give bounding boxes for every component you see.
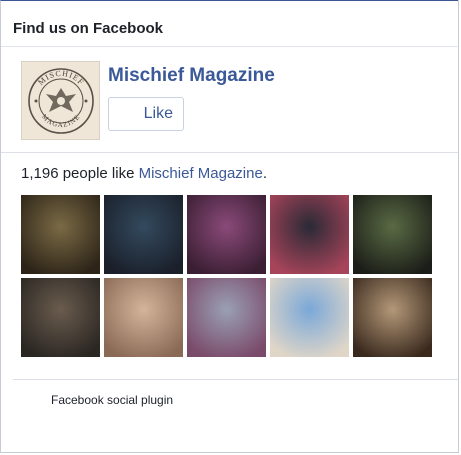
like-count-page-link[interactable]: Mischief Magazine	[139, 165, 263, 182]
svg-text:MISCHIEF: MISCHIEF	[36, 68, 86, 86]
fan-face-6[interactable]	[21, 278, 100, 357]
top-border	[0, 0, 458, 10]
widget-header: Find us on Facebook	[1, 10, 458, 47]
logo-text-bottom: MAGAZINE	[40, 112, 81, 128]
like-count-text: 1,196 people like Mischief Magazine.	[1, 163, 458, 185]
fan-faces-grid	[1, 195, 458, 357]
page-name-link[interactable]: Mischief Magazine	[108, 65, 275, 87]
logo-text-top: MISCHIEF	[36, 68, 85, 86]
like-count-suffix: .	[262, 165, 267, 182]
fan-face-8[interactable]	[187, 278, 266, 357]
fan-face-5[interactable]	[353, 195, 432, 274]
page-row: MISCHIEF MAGAZINE Mischief Magazine Like	[1, 47, 458, 153]
plugin-footer: Facebook social plugin	[51, 393, 174, 407]
fan-face-10[interactable]	[353, 278, 432, 357]
page-logo[interactable]: MISCHIEF MAGAZINE	[21, 61, 100, 140]
like-button[interactable]: Like	[108, 97, 184, 131]
fan-face-2[interactable]	[104, 195, 183, 274]
facebook-like-box: Find us on Facebook MISCHIEF MAGAZINE Mi…	[0, 0, 459, 453]
like-count-prefix: 1,196 people like	[21, 165, 139, 182]
svg-text:MAGAZINE: MAGAZINE	[40, 112, 82, 128]
fan-face-3[interactable]	[187, 195, 266, 274]
page-info: Mischief Magazine Like	[108, 61, 275, 131]
fan-face-4[interactable]	[270, 195, 349, 274]
fan-face-1[interactable]	[21, 195, 100, 274]
fan-face-7[interactable]	[104, 278, 183, 357]
magazine-seal-icon: MISCHIEF MAGAZINE	[27, 67, 94, 134]
widget-title: Find us on Facebook	[13, 19, 164, 37]
footer-divider	[13, 379, 458, 380]
fan-face-9[interactable]	[270, 278, 349, 357]
